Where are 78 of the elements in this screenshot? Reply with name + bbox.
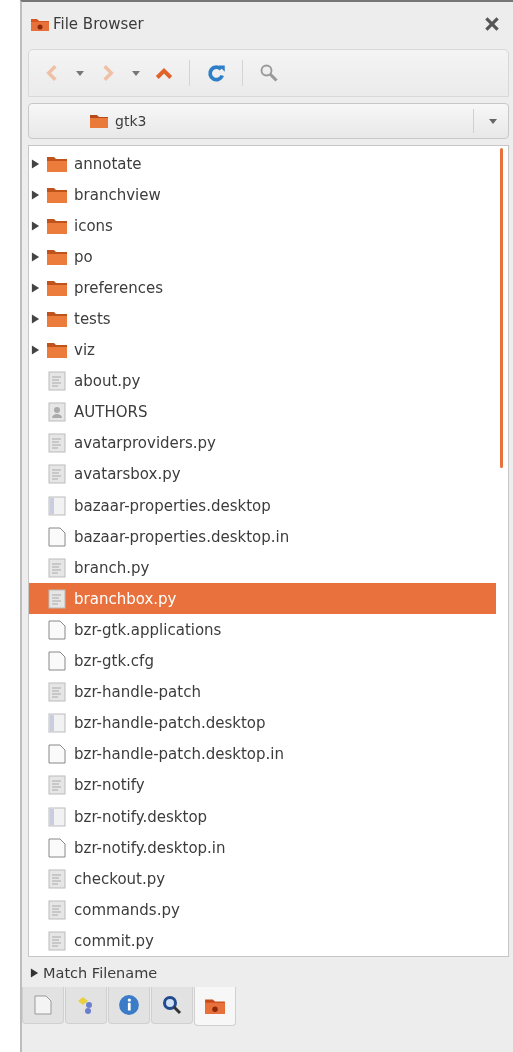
- close-icon[interactable]: [483, 15, 501, 33]
- file-icon: [46, 806, 68, 827]
- blank-file-icon: [46, 526, 68, 547]
- file-row[interactable]: bazaar-properties.desktop: [29, 490, 508, 522]
- text-file-icon: [46, 868, 68, 889]
- search-tab[interactable]: [151, 987, 193, 1024]
- folder-icon: [46, 341, 68, 360]
- file-row[interactable]: branch.py: [29, 552, 508, 584]
- symbols-tab[interactable]: [65, 987, 107, 1024]
- expander-icon[interactable]: [31, 220, 40, 231]
- file-row[interactable]: bzr-gtk.cfg: [29, 645, 508, 677]
- text-file-icon: [46, 775, 68, 796]
- file-row[interactable]: bzr-notify.desktop.in: [29, 832, 508, 864]
- location-dropdown[interactable]: gtk3: [28, 103, 509, 139]
- text-file-icon: [46, 899, 68, 920]
- folder-icon: [30, 16, 50, 32]
- blank-file-icon: [46, 744, 68, 765]
- file-row[interactable]: bazaar-properties.desktop.in: [29, 521, 508, 553]
- files-tab[interactable]: [194, 987, 236, 1026]
- file-icon: [46, 713, 68, 734]
- search-icon: [259, 63, 279, 83]
- file-row[interactable]: po: [29, 241, 508, 273]
- blank-file-icon: [46, 651, 68, 672]
- text-file-icon: [46, 371, 68, 392]
- expander-icon[interactable]: [31, 314, 40, 324]
- file-row[interactable]: about.py: [29, 365, 508, 397]
- info-icon: [118, 994, 140, 1016]
- panel-title: File Browser: [53, 15, 145, 33]
- expander-icon[interactable]: [31, 251, 40, 262]
- text-file-icon: [46, 930, 68, 951]
- file-row[interactable]: bzr-handle-patch: [29, 676, 508, 708]
- document-icon: [34, 995, 52, 1015]
- folder-icon: [46, 216, 68, 235]
- text-file-icon: [46, 588, 68, 609]
- file-row[interactable]: tests: [29, 303, 508, 335]
- file-row[interactable]: bzr-handle-patch.desktop.in: [29, 738, 508, 770]
- file-row[interactable]: checkout.py: [29, 863, 508, 895]
- file-row[interactable]: avatarproviders.py: [29, 427, 508, 459]
- file-row[interactable]: commit.py: [29, 925, 508, 956]
- expander-icon[interactable]: [31, 189, 40, 200]
- file-row[interactable]: bzr-notify.desktop: [29, 800, 508, 833]
- folder-icon: [46, 310, 68, 328]
- scrollbar[interactable]: [500, 148, 503, 468]
- text-file-icon: [46, 682, 68, 703]
- folder-icon: [204, 997, 226, 1015]
- blank-file-icon: [46, 837, 68, 858]
- file-row[interactable]: icons: [29, 210, 508, 242]
- file-row[interactable]: viz: [29, 334, 508, 366]
- folder-icon: [46, 247, 68, 266]
- expander-icon[interactable]: [31, 158, 40, 169]
- file-row[interactable]: annotate: [29, 148, 508, 180]
- file-row[interactable]: avatarsbox.py: [29, 458, 508, 491]
- text-file-icon: [46, 557, 68, 578]
- file-row[interactable]: bzr-handle-patch.desktop: [29, 707, 508, 739]
- refresh-icon: [206, 63, 226, 83]
- search-icon: [162, 995, 182, 1015]
- caret-icon: [488, 116, 498, 126]
- expander-icon[interactable]: [31, 282, 40, 293]
- info-tab[interactable]: [108, 987, 150, 1024]
- folder-icon: [46, 185, 68, 204]
- folder-icon: [89, 113, 109, 129]
- file-row[interactable]: branchview: [29, 179, 508, 211]
- text-file-icon: [46, 433, 68, 454]
- file-row[interactable]: AUTHORS: [29, 396, 508, 428]
- text-file-icon: [46, 464, 68, 485]
- file-row[interactable]: bzr-notify: [29, 769, 508, 801]
- filter-expander[interactable]: Match Filename: [30, 963, 158, 983]
- expander-icon[interactable]: [31, 345, 40, 356]
- person-file-icon: [46, 402, 68, 423]
- file-icon: [46, 495, 68, 516]
- folder-icon: [46, 278, 68, 297]
- caret-icon: [75, 68, 85, 78]
- file-row[interactable]: preferences: [29, 272, 508, 304]
- folder-icon: [46, 154, 68, 173]
- caret-icon: [131, 68, 141, 78]
- blank-file-icon: [46, 619, 68, 640]
- file-row[interactable]: commands.py: [29, 894, 508, 926]
- file-row[interactable]: bzr-gtk.applications: [29, 614, 508, 646]
